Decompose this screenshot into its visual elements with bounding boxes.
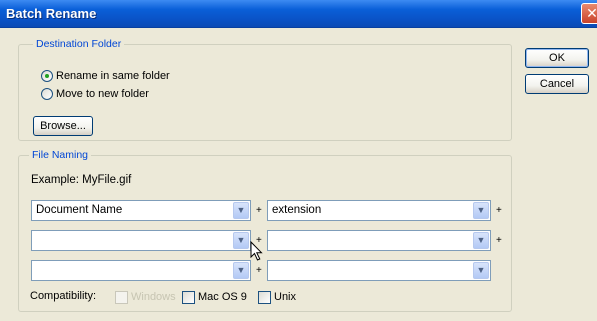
naming-right-combo-3[interactable]: ▼ — [267, 260, 491, 281]
move-new-folder-option[interactable]: Move to new folder — [41, 87, 149, 101]
mac-os-9-checkbox[interactable] — [182, 290, 195, 304]
naming-right-combo-1[interactable]: extension ▼ — [267, 200, 491, 221]
chevron-down-icon[interactable]: ▼ — [233, 262, 249, 279]
chevron-down-icon[interactable]: ▼ — [233, 232, 249, 249]
batch-rename-dialog: Batch Rename ✕ Destination Folder Rename… — [0, 0, 597, 321]
plus-separator: + — [496, 235, 502, 246]
cancel-button[interactable]: Cancel — [525, 74, 589, 94]
windows-label: Windows — [131, 291, 176, 303]
mac-os-9-label: Mac OS 9 — [198, 291, 247, 303]
unix-label: Unix — [274, 291, 297, 303]
file-naming-group: File Naming Example: MyFile.gif Document… — [18, 149, 512, 312]
naming-left-combo-2[interactable]: ▼ — [31, 230, 251, 251]
plus-separator: + — [256, 265, 262, 276]
unix-checkbox[interactable] — [258, 290, 271, 304]
move-new-folder-label: Move to new folder — [56, 88, 149, 100]
naming-right-combo-2[interactable]: ▼ — [267, 230, 491, 251]
ok-button[interactable]: OK — [525, 48, 589, 68]
plus-separator: + — [496, 205, 502, 216]
chevron-down-icon[interactable]: ▼ — [473, 262, 489, 279]
destination-folder-legend: Destination Folder — [33, 38, 125, 50]
close-button[interactable]: ✕ — [581, 3, 597, 24]
naming-right-value-1: extension — [272, 204, 322, 216]
example-text: Example: MyFile.gif — [31, 174, 132, 186]
unix-option[interactable]: Unix — [258, 290, 296, 304]
naming-left-combo-1[interactable]: Document Name ▼ — [31, 200, 251, 221]
close-icon: ✕ — [586, 5, 597, 21]
move-new-folder-radio[interactable] — [41, 88, 53, 100]
chevron-down-icon[interactable]: ▼ — [473, 202, 489, 219]
destination-folder-group: Destination Folder Rename in same folder… — [18, 38, 512, 141]
naming-left-combo-3[interactable]: ▼ — [31, 260, 251, 281]
windows-checkbox — [115, 290, 128, 304]
rename-same-folder-label: Rename in same folder — [56, 70, 170, 82]
naming-left-value-1: Document Name — [36, 204, 123, 216]
chevron-down-icon[interactable]: ▼ — [233, 202, 249, 219]
dialog-body: Destination Folder Rename in same folder… — [0, 28, 597, 321]
mac-os-9-option[interactable]: Mac OS 9 — [182, 290, 247, 304]
window-title: Batch Rename — [6, 6, 97, 21]
file-naming-legend: File Naming — [29, 149, 92, 161]
rename-same-folder-radio[interactable] — [41, 70, 53, 82]
windows-option: Windows — [115, 290, 176, 304]
title-bar[interactable]: Batch Rename ✕ — [0, 0, 597, 28]
chevron-down-icon[interactable]: ▼ — [473, 232, 489, 249]
compatibility-label: Compatibility: — [30, 290, 97, 302]
plus-separator: + — [256, 205, 262, 216]
rename-same-folder-option[interactable]: Rename in same folder — [41, 69, 170, 83]
mouse-pointer-icon — [250, 241, 263, 261]
browse-button[interactable]: Browse... — [33, 116, 93, 136]
